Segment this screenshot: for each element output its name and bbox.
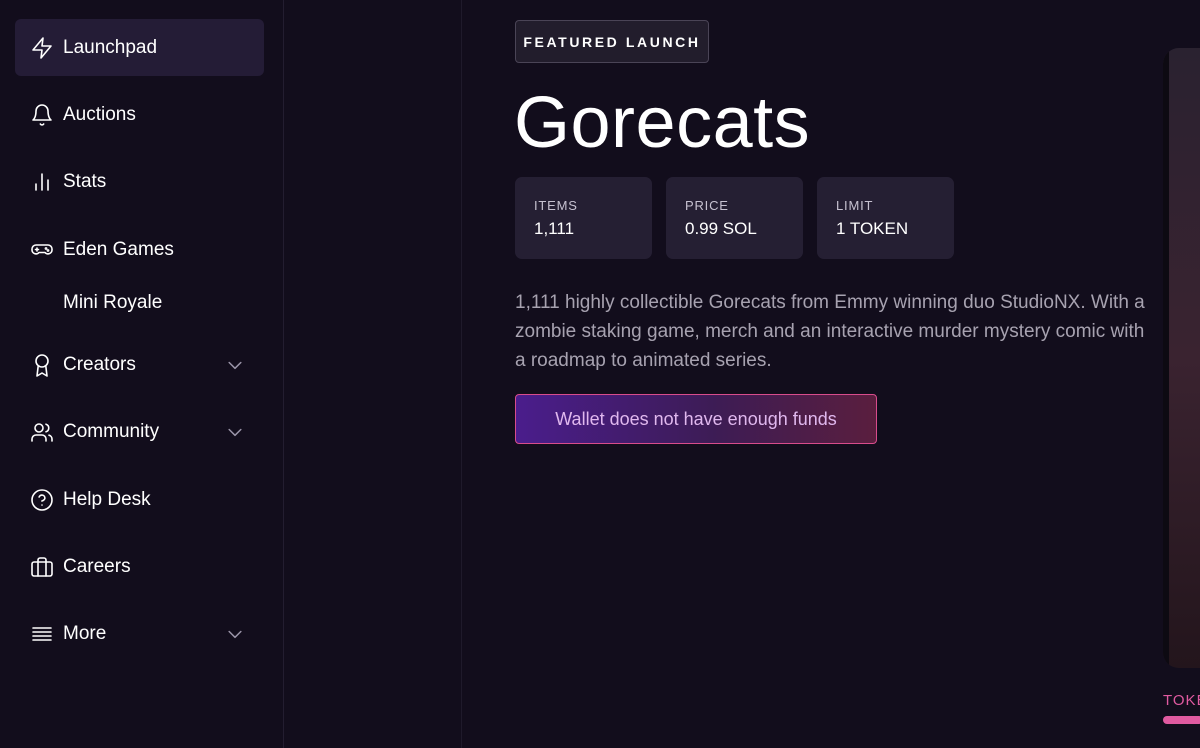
help-circle-icon [29, 487, 55, 513]
sidebar-item-community[interactable]: Community [15, 403, 264, 460]
sidebar: Launchpad Auctions Stats Eden Games Mini… [0, 0, 284, 748]
bar-chart-icon [29, 169, 55, 195]
sidebar-item-label: Help Desk [63, 488, 151, 510]
collection-description: 1,111 highly collectible Gorecats from E… [515, 292, 1145, 371]
stat-label: PRICE [685, 198, 729, 213]
stat-label: ITEMS [534, 198, 578, 213]
stat-label: LIMIT [836, 198, 874, 213]
sidebar-item-more[interactable]: More [15, 605, 264, 662]
award-icon [29, 352, 55, 378]
column-divider [461, 0, 462, 748]
lightning-icon [29, 35, 55, 61]
sidebar-subitem-mini-royale[interactable]: Mini Royale [63, 292, 162, 314]
collection-image-card [1163, 48, 1200, 668]
sidebar-item-label: Eden Games [63, 238, 174, 260]
sidebar-item-label: Creators [63, 353, 136, 375]
sidebar-item-auctions[interactable]: Auctions [15, 86, 264, 143]
users-icon [29, 419, 55, 445]
sidebar-item-help-desk[interactable]: Help Desk [15, 471, 264, 528]
briefcase-icon [29, 554, 55, 580]
bell-icon [29, 102, 55, 128]
sidebar-item-creators[interactable]: Creators [15, 336, 264, 393]
card-edge [1163, 48, 1169, 668]
sidebar-item-label: Careers [63, 555, 131, 577]
chevron-down-icon[interactable] [224, 421, 246, 443]
sidebar-item-label: Community [63, 420, 160, 442]
gamepad-icon [29, 237, 55, 263]
stat-value: 0.99 SOL [685, 219, 757, 238]
sidebar-item-label: More [63, 622, 107, 644]
tab-token[interactable]: TOKE [1163, 692, 1200, 709]
sidebar-item-stats[interactable]: Stats [15, 153, 264, 210]
sidebar-item-label: Auctions [63, 103, 136, 125]
sidebar-item-eden-games[interactable]: Eden Games [15, 221, 264, 278]
sidebar-item-label: Launchpad [63, 36, 158, 58]
chevron-down-icon[interactable] [224, 623, 246, 645]
stat-card-items: ITEMS 1,111 [515, 177, 652, 259]
sidebar-item-careers[interactable]: Careers [15, 538, 264, 595]
page-title: Gorecats [514, 83, 811, 163]
tab-active-indicator [1163, 716, 1200, 724]
stat-card-price: PRICE 0.99 SOL [666, 177, 803, 259]
menu-lines-icon [29, 621, 55, 647]
stat-card-limit: LIMIT 1 TOKEN [817, 177, 954, 259]
featured-badge: FEATURED LAUNCH [515, 20, 709, 63]
stat-value: 1,111 [534, 219, 575, 238]
mint-button[interactable]: Wallet does not have enough funds [515, 394, 877, 444]
stat-value: 1 TOKEN [836, 219, 909, 238]
sidebar-item-label: Stats [63, 170, 107, 192]
sidebar-item-launchpad[interactable]: Launchpad [15, 19, 264, 76]
chevron-down-icon[interactable] [224, 354, 246, 376]
